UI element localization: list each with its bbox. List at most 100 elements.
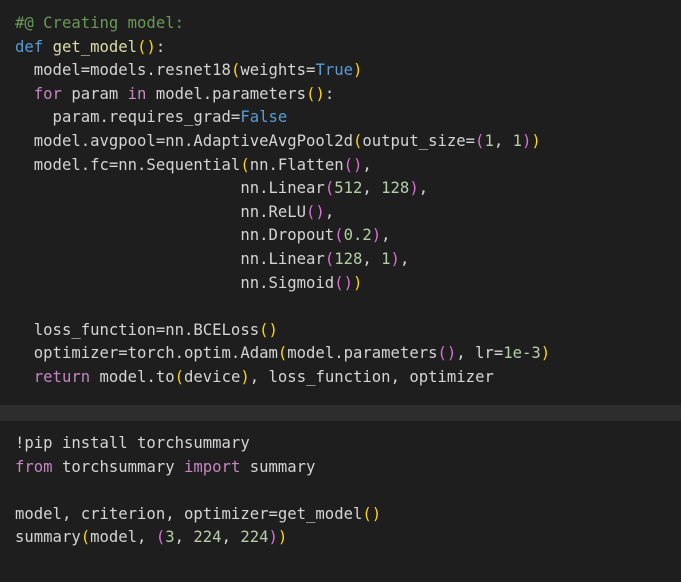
code-token: 1 — [381, 250, 391, 268]
code-token: , — [418, 179, 429, 198]
code-token: 224 — [240, 528, 269, 547]
code-token: loss_function=nn.BCELoss — [15, 320, 260, 339]
code-token: , lr= — [456, 344, 504, 363]
code-token: ( — [155, 528, 166, 547]
code-token: ) — [240, 368, 250, 386]
code-token: () — [437, 344, 457, 363]
code-token: ( — [240, 155, 250, 174]
code-token: torchsummary — [52, 457, 184, 476]
code-token: !pip install torchsummary — [15, 434, 250, 452]
code-token: 512 — [334, 179, 363, 198]
code-line: nn.ReLU(), — [15, 201, 334, 225]
code-line: return model.to(device), loss_function, … — [15, 366, 494, 390]
code-token: ) — [277, 528, 288, 547]
code-token: True — [315, 61, 353, 80]
code-line: for param in model.parameters(): — [15, 83, 334, 107]
code-token: from — [15, 457, 53, 476]
code-token: ( — [230, 61, 241, 80]
code-token: () — [343, 155, 363, 174]
code-token: ) — [540, 344, 551, 363]
code-token: 0.2 — [343, 226, 372, 245]
code-token: , — [174, 528, 194, 547]
code-token: 128 — [334, 250, 363, 268]
code-token: ( — [324, 179, 335, 198]
code-token: : — [324, 84, 335, 103]
code-line: summary(model, (3, 224, 224)) — [15, 526, 287, 550]
code-token: nn.Flatten — [249, 155, 344, 174]
code-token: param — [61, 84, 128, 103]
code-line: #@ Creating model: — [15, 12, 184, 36]
code-token: ( — [174, 368, 185, 386]
code-cell-torchsummary[interactable]: !pip install torchsummary from torchsumma… — [0, 421, 681, 582]
code-token: return — [33, 368, 91, 386]
code-token: for — [33, 84, 62, 103]
cell-separator — [0, 405, 681, 421]
code-token: ) — [409, 179, 419, 198]
code-token: ) — [531, 132, 541, 150]
code-token: () — [306, 84, 325, 103]
code-line: model=models.resnet18(weights=True) — [15, 59, 363, 83]
code-line: model.fc=nn.Sequential(nn.Flatten(), — [15, 154, 372, 178]
code-token: 3 — [165, 528, 175, 547]
code-line: optimizer=torch.optim.Adam(model.paramet… — [15, 342, 550, 366]
code-token: optimizer=torch.optim.Adam — [15, 344, 278, 363]
code-token: , — [493, 132, 513, 150]
code-cell-model-definition[interactable]: #@ Creating model: def get_model(): model… — [0, 0, 681, 405]
code-token: () — [306, 202, 325, 221]
code-token: model, criterion, optimizer=get_model — [15, 504, 363, 523]
code-token: device — [184, 368, 241, 386]
code-line: loss_function=nn.BCELoss() — [15, 319, 278, 343]
code-token: , — [399, 250, 410, 268]
code-token: 1e-3 — [503, 344, 541, 363]
code-token: nn.ReLU — [15, 202, 307, 221]
code-token: , — [221, 528, 241, 547]
code-token: ( — [80, 528, 91, 547]
code-token: model.fc=nn.Sequential — [15, 155, 241, 174]
code-token: summary — [240, 457, 316, 476]
code-line: nn.Sigmoid()) — [15, 272, 362, 296]
code-token: #@ Creating model: — [15, 14, 184, 32]
code-token: ( — [324, 250, 335, 268]
code-token: weights= — [240, 61, 316, 80]
code-token: import — [184, 457, 241, 476]
code-token: ) — [353, 61, 363, 80]
code-token: ) — [146, 37, 156, 56]
code-token: () — [259, 320, 278, 339]
code-token: ) — [371, 226, 382, 245]
code-line: !pip install torchsummary — [15, 432, 250, 456]
code-token: model.to — [90, 368, 175, 386]
code-line: nn.Linear(128, 1), — [15, 248, 409, 272]
code-line: def get_model(): — [15, 36, 165, 60]
code-token: , — [324, 202, 335, 221]
code-token: model.parameters — [146, 84, 307, 103]
code-token: output_size= — [362, 132, 476, 150]
code-token: , — [362, 179, 382, 198]
code-token: nn.Sigmoid — [15, 273, 335, 292]
code-token: False — [240, 108, 288, 127]
code-token: , — [362, 155, 372, 174]
code-token: ( — [352, 132, 363, 150]
code-token: 128 — [381, 179, 410, 198]
code-token: model, — [90, 528, 156, 547]
code-token: model.parameters — [287, 344, 438, 363]
code-line: model, criterion, optimizer=get_model() — [15, 503, 381, 527]
code-token: : — [155, 37, 166, 56]
code-token: ) — [390, 250, 400, 268]
code-token: param.requires_grad= — [15, 108, 241, 127]
code-token: ( — [277, 344, 288, 363]
code-token: in — [127, 84, 147, 103]
code-token: 224 — [193, 528, 222, 547]
code-token: , — [362, 250, 382, 268]
code-token: 1 — [512, 132, 522, 150]
code-token: nn.Dropout — [15, 226, 335, 245]
code-token: () — [362, 504, 382, 523]
code-token: , loss_function, optimizer — [249, 368, 494, 386]
code-token: () — [334, 273, 353, 292]
code-line: nn.Linear(512, 128), — [15, 177, 428, 201]
code-token: 1 — [484, 132, 494, 150]
code-token: nn.Linear — [15, 250, 325, 268]
code-token: ) — [352, 273, 363, 292]
code-token: nn.Linear — [15, 179, 325, 198]
